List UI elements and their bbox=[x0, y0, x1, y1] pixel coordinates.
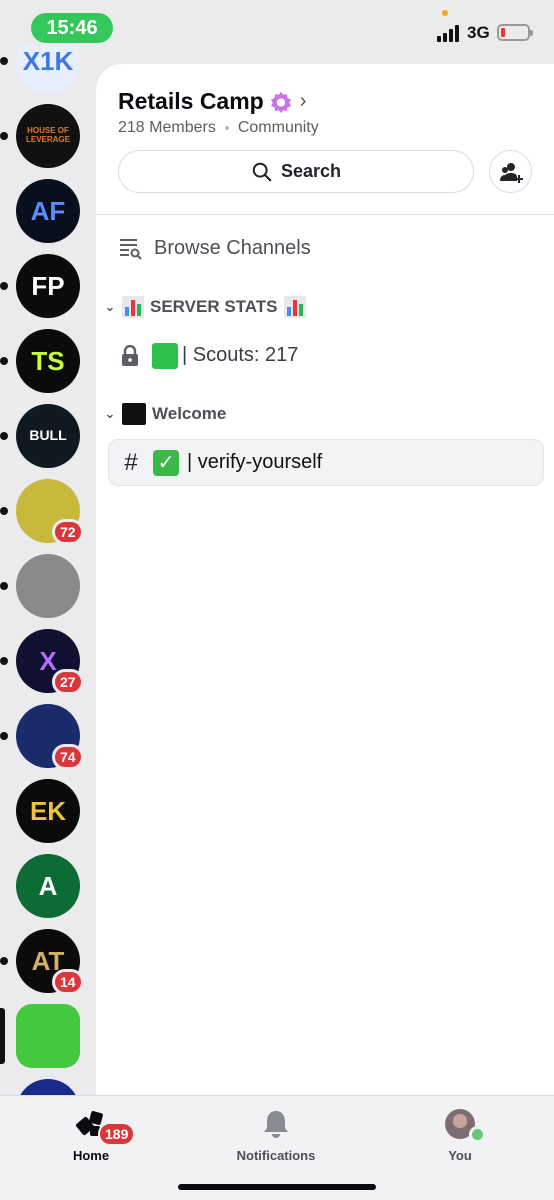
server-avatar: FP bbox=[16, 254, 80, 318]
add-member-icon bbox=[499, 162, 523, 183]
server-icon-5[interactable]: TS bbox=[0, 329, 80, 393]
server-icon-11[interactable]: EK bbox=[16, 779, 80, 843]
server-avatar: TS bbox=[16, 329, 80, 393]
online-status-dot bbox=[469, 1126, 486, 1143]
mention-badge: 27 bbox=[52, 669, 84, 695]
server-avatar: X1K bbox=[16, 45, 80, 93]
browse-channels-label: Browse Channels bbox=[154, 236, 311, 259]
server-icon-15[interactable] bbox=[16, 1079, 80, 1095]
lock-icon bbox=[122, 344, 138, 366]
home-unread-badge: 189 bbox=[98, 1122, 136, 1146]
server-header[interactable]: Retails Camp › 218 Members Community bbox=[118, 88, 319, 137]
browse-list-icon bbox=[120, 239, 142, 260]
tab-label: You bbox=[448, 1148, 472, 1163]
server-icon-4[interactable]: FP bbox=[0, 254, 80, 318]
server-icon-10[interactable]: 74 bbox=[0, 704, 84, 770]
category-welcome[interactable]: ⌄ Welcome bbox=[104, 403, 226, 425]
server-avatar: A bbox=[16, 854, 80, 918]
unread-indicator bbox=[0, 57, 8, 65]
server-icon-3[interactable]: AF bbox=[16, 179, 80, 243]
server-avatar: EK bbox=[16, 779, 80, 843]
black-square-emoji-icon bbox=[122, 403, 146, 425]
server-icon-2[interactable]: HOUSE OF LEVERAGE bbox=[0, 104, 80, 168]
server-type: Community bbox=[237, 119, 319, 136]
browse-channels-button[interactable]: Browse Channels bbox=[118, 236, 311, 260]
privacy-indicator bbox=[442, 10, 448, 16]
server-avatar: HOUSE OF LEVERAGE bbox=[16, 104, 80, 168]
tab-you[interactable]: You bbox=[400, 1108, 520, 1163]
tab-home[interactable]: 189 Home bbox=[31, 1108, 151, 1163]
search-label: Search bbox=[280, 161, 342, 181]
channel-verify-yourself[interactable]: # ✓ | verify-yourself bbox=[108, 439, 544, 486]
server-name[interactable]: Retails Camp bbox=[118, 88, 264, 115]
selected-indicator bbox=[0, 1008, 5, 1064]
unread-indicator bbox=[0, 657, 8, 665]
category-title: Welcome bbox=[152, 404, 227, 423]
status-time: 15:46 bbox=[31, 13, 113, 43]
mention-badge: 72 bbox=[52, 519, 84, 545]
bar-chart-emoji-icon bbox=[122, 296, 144, 318]
tab-label: Home bbox=[72, 1148, 110, 1163]
server-icon-1[interactable]: X1K bbox=[0, 45, 80, 93]
server-avatar: AF bbox=[16, 179, 80, 243]
home-indicator bbox=[178, 1184, 376, 1190]
unread-indicator bbox=[0, 957, 8, 965]
channel-panel: Retails Camp › 218 Members Community Sea… bbox=[96, 64, 554, 1095]
boost-icon bbox=[270, 91, 291, 113]
tab-notifications[interactable]: Notifications bbox=[216, 1108, 336, 1163]
search-icon bbox=[252, 162, 272, 181]
server-avatar bbox=[16, 554, 80, 618]
channel-label: | verify-yourself bbox=[187, 451, 323, 473]
unread-indicator bbox=[0, 282, 8, 290]
mention-badge: 14 bbox=[52, 969, 84, 995]
server-icon-9[interactable]: X 27 bbox=[0, 629, 84, 695]
unread-indicator bbox=[0, 357, 8, 365]
server-avatar: BULL bbox=[16, 404, 80, 468]
server-avatar bbox=[16, 1004, 80, 1068]
chevron-down-icon: ⌄ bbox=[104, 299, 116, 314]
member-count: 218 Members bbox=[118, 119, 216, 136]
unread-indicator bbox=[0, 732, 8, 740]
bell-icon bbox=[264, 1111, 288, 1138]
category-server-stats[interactable]: ⌄ SERVER STATS bbox=[104, 296, 306, 318]
server-rail: X1K HOUSE OF LEVERAGE AF FP TS BULL 72 X 27 74 EK A… bbox=[0, 45, 96, 1095]
check-mark-emoji-icon: ✓ bbox=[153, 449, 179, 476]
unread-indicator bbox=[0, 507, 8, 515]
server-icon-8[interactable] bbox=[0, 554, 80, 618]
bar-chart-emoji-icon bbox=[283, 296, 306, 318]
invite-members-button[interactable] bbox=[489, 150, 532, 193]
battery-icon bbox=[497, 24, 533, 41]
category-title: SERVER STATS bbox=[150, 297, 278, 316]
green-square-emoji-icon bbox=[152, 342, 178, 369]
avatar bbox=[445, 1109, 486, 1143]
server-icon-14[interactable] bbox=[0, 1004, 80, 1068]
unread-indicator bbox=[0, 582, 8, 590]
chevron-down-icon: ⌄ bbox=[104, 406, 116, 421]
channel-scouts[interactable]: | Scouts: 217 bbox=[108, 332, 544, 379]
search-button[interactable]: Search bbox=[118, 150, 474, 193]
hashtag-icon: # bbox=[124, 448, 138, 476]
channel-label: | Scouts: 217 bbox=[182, 344, 299, 366]
signal-icon bbox=[437, 24, 463, 42]
unread-indicator bbox=[0, 132, 8, 140]
unread-indicator bbox=[0, 432, 8, 440]
mention-badge: 74 bbox=[52, 744, 84, 770]
header-divider bbox=[96, 214, 554, 215]
separator-dot bbox=[224, 126, 229, 130]
server-avatar bbox=[16, 1079, 80, 1095]
server-icon-13[interactable]: AT 14 bbox=[0, 929, 84, 995]
server-icon-12[interactable]: A bbox=[16, 854, 80, 918]
tab-label: Notifications bbox=[236, 1148, 316, 1163]
network-type: 3G bbox=[467, 23, 490, 42]
chevron-right-icon: › bbox=[299, 90, 307, 112]
server-icon-7[interactable]: 72 bbox=[0, 479, 84, 545]
server-icon-6[interactable]: BULL bbox=[0, 404, 80, 468]
